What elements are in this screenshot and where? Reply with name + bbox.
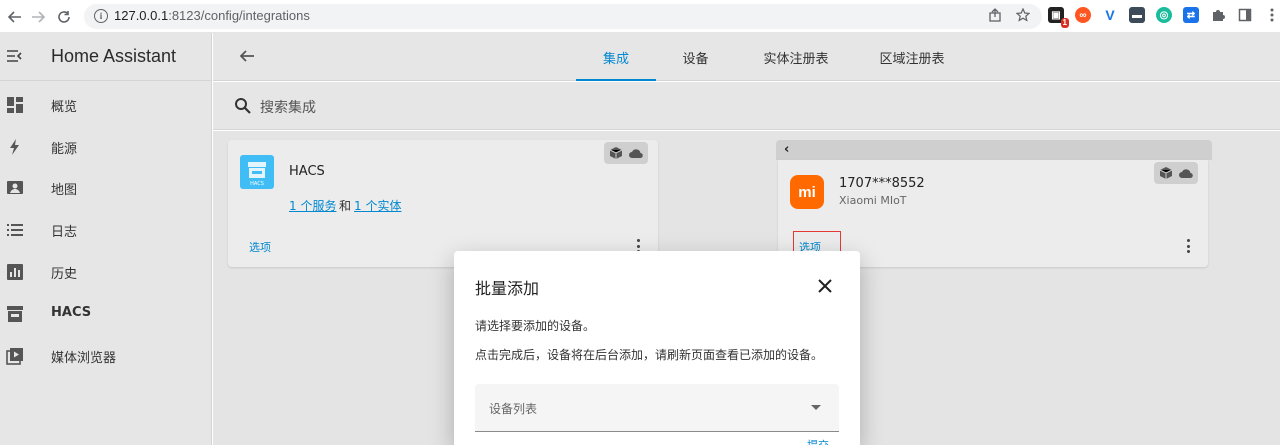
extensions-row: ▣ 1 ∞ V ▬ ◎ ⇄ (1048, 7, 1280, 28)
entities-link[interactable]: 1 个实体 (354, 197, 401, 214)
reload-icon[interactable] (53, 6, 75, 28)
tab-entities[interactable]: 实体注册表 (753, 33, 839, 81)
chevron-left-icon[interactable]: ‹ (784, 142, 789, 157)
more-vert-icon[interactable] (1264, 7, 1280, 23)
extension-icon-6[interactable]: ⇄ (1183, 7, 1199, 23)
bulk-add-dialog: 批量添加 请选择要添加的设备。 点击完成后，设备将在后台添加，请刷新页面查看已添… (454, 251, 860, 445)
sidebar-item-label: 历史 (51, 267, 78, 282)
app-title: Home Assistant (51, 46, 177, 66)
sidebar-item-label: 概览 (51, 100, 78, 115)
forward-icon[interactable] (27, 6, 49, 28)
back-arrow-icon[interactable] (238, 47, 256, 65)
extension-icon-5[interactable]: ◎ (1156, 7, 1172, 23)
search-bar[interactable]: 搜索集成 (213, 82, 1280, 130)
tab-devices[interactable]: 设备 (668, 33, 723, 81)
close-icon[interactable] (817, 278, 833, 294)
lightning-icon (10, 139, 19, 155)
dialog-description: 请选择要添加的设备。 (475, 319, 596, 333)
map-icon (7, 181, 23, 194)
puzzle-icon[interactable] (1210, 7, 1226, 23)
sidebar-item-energy[interactable]: 能源 (0, 129, 212, 165)
card-subtitle: Xiaomi MIoT (839, 194, 907, 207)
sidepanel-icon[interactable] (1237, 7, 1253, 23)
cloud-icon (1179, 169, 1193, 179)
tab-areas[interactable]: 区域注册表 (869, 33, 955, 81)
hacs-logo: HACS (240, 155, 274, 189)
list-icon (7, 224, 23, 236)
share-icon[interactable] (988, 8, 1002, 26)
sidebar-item-logbook[interactable]: 日志 (0, 212, 212, 248)
chart-icon (7, 264, 23, 280)
sidebar: Home Assistant 概览 能源 地图 日志 历史 HACS 媒体浏览器 (0, 33, 212, 445)
package-icon (1159, 167, 1173, 179)
sidebar-item-label: HACS (51, 305, 92, 320)
browser-toolbar: i 127.0.0.1:8123/config/integrations ▣ 1 … (0, 0, 1280, 33)
more-vert-icon[interactable] (1187, 239, 1191, 253)
extension-icon-3[interactable]: V (1102, 7, 1118, 23)
card-title: 1707***8552 (839, 176, 925, 191)
and-text: 和 (339, 199, 352, 213)
dashboard-icon (7, 97, 23, 113)
sidebar-item-media[interactable]: 媒体浏览器 (0, 338, 212, 374)
package-icon (609, 147, 623, 159)
search-icon (235, 98, 251, 114)
cloud-icon (629, 149, 643, 159)
tab-integrations[interactable]: 集成 (576, 33, 656, 81)
options-button[interactable]: 选项 (249, 239, 271, 255)
sidebar-item-history[interactable]: 历史 (0, 254, 212, 290)
sidebar-item-overview[interactable]: 概览 (0, 87, 212, 123)
dropdown-caret-icon (811, 405, 821, 410)
sidebar-item-label: 地图 (51, 183, 78, 198)
bookmark-star-icon[interactable] (1015, 7, 1031, 26)
address-bar[interactable]: i 127.0.0.1:8123/config/integrations (84, 4, 1042, 29)
dialog-title: 批量添加 (475, 279, 540, 298)
media-icon (6, 348, 23, 365)
extension-icon-1[interactable]: ▣ 1 (1048, 7, 1069, 28)
hacs-icon (7, 306, 23, 322)
main-header: 集成 设备 实体注册表 区域注册表 (213, 33, 1280, 81)
card-badges (604, 142, 648, 164)
search-input[interactable]: 搜索集成 (260, 97, 316, 117)
card-group-strip: ‹ (776, 140, 1212, 160)
card-title: HACS (289, 164, 325, 179)
menu-collapse-icon[interactable] (6, 49, 22, 63)
info-icon[interactable]: i (94, 9, 108, 23)
device-list-select[interactable]: 设备列表 (475, 384, 839, 432)
url-text: 127.0.0.1:8123/config/integrations (114, 8, 310, 23)
sidebar-item-hacs[interactable]: HACS (0, 296, 212, 332)
services-link[interactable]: 1 个服务 (289, 197, 336, 214)
back-icon[interactable] (4, 6, 26, 28)
extension-icon-2[interactable]: ∞ (1075, 7, 1091, 23)
submit-button[interactable]: 提交 (807, 437, 829, 445)
sidebar-item-map[interactable]: 地图 (0, 170, 212, 206)
integration-card-hacs: HACS HACS 1 个服务 和 1 个实体 选项 (228, 140, 658, 267)
sidebar-item-label: 能源 (51, 142, 78, 157)
select-label: 设备列表 (489, 402, 538, 416)
extension-icon-4[interactable]: ▬ (1129, 7, 1145, 23)
sidebar-header: Home Assistant (0, 33, 211, 81)
xiaomi-logo: mi (790, 175, 824, 209)
sidebar-item-label: 日志 (51, 225, 78, 240)
sidebar-item-label: 媒体浏览器 (51, 351, 117, 366)
card-badges (1154, 162, 1198, 184)
dialog-note: 点击完成后，设备将在后台添加，请刷新页面查看已添加的设备。 (475, 348, 824, 362)
